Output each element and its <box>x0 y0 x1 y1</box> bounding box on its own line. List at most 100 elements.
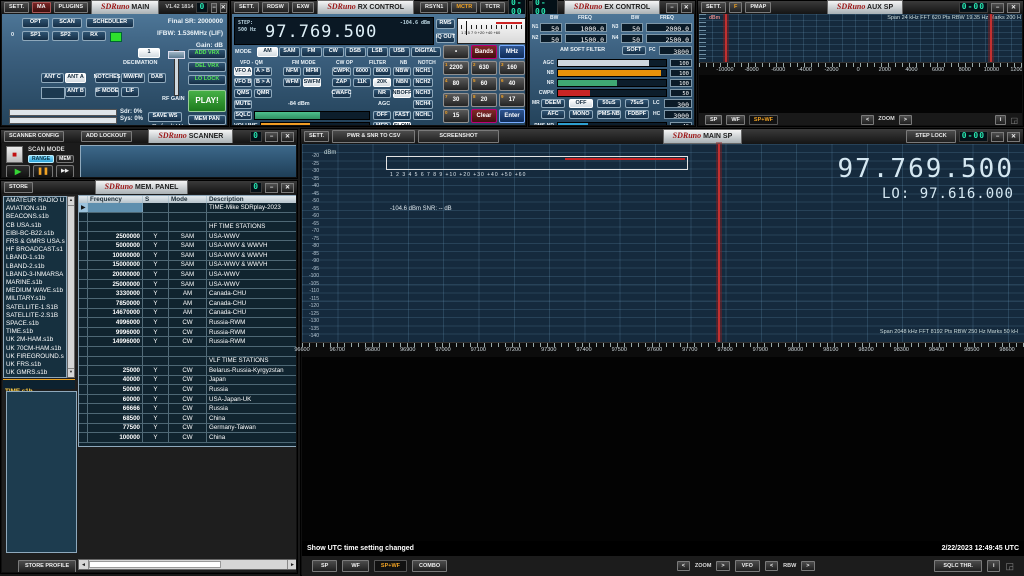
bank-file-item[interactable]: MEDIUM WAVE.s1b <box>4 287 66 295</box>
cell-mode[interactable]: CW <box>169 433 207 442</box>
sqlc-button[interactable]: SQLC <box>234 111 252 120</box>
cell-s[interactable]: Y <box>143 404 169 413</box>
volume-slider[interactable] <box>260 122 370 125</box>
store-button[interactable]: STORE <box>4 182 33 193</box>
save-ws-button[interactable]: SAVE WS <box>148 112 182 122</box>
table-row[interactable]: 25000000YSAMUSA-WWV <box>79 280 296 290</box>
mem-hscrollbar[interactable]: ◄ ► <box>78 559 296 570</box>
table-row[interactable]: 4996000YCWRussia-RWM <box>79 318 296 328</box>
aux-minimize-button[interactable]: − <box>991 3 1004 13</box>
aux-zoom-out-button[interactable]: < <box>861 115 874 125</box>
sp-zoom-out-button[interactable]: < <box>677 561 690 572</box>
add-lockout-button[interactable]: ADD LOCKOUT <box>81 131 132 142</box>
agc-fast-button[interactable]: FAST <box>393 111 411 120</box>
cell-description[interactable]: Canada-CHU <box>207 289 296 298</box>
cell-s[interactable]: Y <box>143 385 169 394</box>
sp-zoom-in-button[interactable]: > <box>716 561 729 572</box>
slider-value-pms-nr[interactable]: 40 <box>670 122 692 125</box>
cell-frequency[interactable]: 2500000 <box>88 232 143 241</box>
keypad-mhz-key[interactable]: MHz <box>499 45 525 59</box>
aux-resize-corner-icon[interactable]: ◲ <box>1010 116 1018 125</box>
b-to-a-button[interactable]: B > A <box>254 78 272 87</box>
cell-mode[interactable]: SAM <box>169 280 207 289</box>
cell-description[interactable]: Russia <box>207 404 296 413</box>
aux-info-button[interactable]: i <box>995 115 1007 125</box>
pmap-button[interactable]: PMAP <box>745 2 771 13</box>
scan-range-button[interactable]: RANGE <box>28 155 54 163</box>
table-row[interactable]: 10000000YSAMUSA-WWV & WWVH <box>79 251 296 261</box>
bank-file-item[interactable]: UK GMRS.s1b <box>4 369 66 377</box>
bank-file-item[interactable]: LBAND-2.s1b <box>4 263 66 271</box>
cell-description[interactable]: USA-WWV & WWVH <box>207 241 296 250</box>
sp-vfo-button[interactable]: VFO <box>735 560 760 573</box>
cell-frequency[interactable]: 66666 <box>88 404 143 413</box>
agc-off-button[interactable]: OFF <box>373 111 391 120</box>
cell-s[interactable] <box>143 347 169 356</box>
cell-s[interactable]: Y <box>143 270 169 279</box>
nch1-button[interactable]: NCH1 <box>413 67 433 76</box>
sp-minimize-button[interactable]: − <box>991 132 1004 142</box>
bank-file-item[interactable]: AVIATION.s1b <box>4 205 66 213</box>
scan-stop-button[interactable]: ■ <box>6 146 23 163</box>
bank-file-item[interactable]: UK 70CM-HAM.s1b <box>4 345 66 353</box>
cell-frequency[interactable]: 25000 <box>88 366 143 375</box>
sp-close-button[interactable]: ✕ <box>1007 132 1020 142</box>
mfm-button[interactable]: MFM <box>303 67 321 76</box>
add-vrx-button[interactable]: ADD VRX <box>188 49 226 59</box>
keypad-clear-key[interactable]: Clear <box>471 109 497 123</box>
table-row[interactable]: 25000YCWBelarus-Russia-Kyrgyzstan <box>79 366 296 376</box>
ant-b-button[interactable]: ANT B <box>65 87 86 97</box>
aux-filter-edge-low[interactable] <box>725 14 727 62</box>
main-minimize-button[interactable]: − <box>211 3 217 13</box>
deem-50us-button[interactable]: 50uS <box>597 99 621 108</box>
sp1-button[interactable]: SP1 <box>22 31 49 41</box>
cell-frequency[interactable]: 50000 <box>88 385 143 394</box>
afc-button[interactable]: AFC <box>541 110 565 119</box>
table-row[interactable]: HF TIME STATIONS <box>79 222 296 232</box>
cell-frequency[interactable]: 5000000 <box>88 241 143 250</box>
ex-minimize-button[interactable]: − <box>666 3 677 13</box>
keypad-630-key[interactable]: 2630 <box>471 61 497 75</box>
rx-button[interactable]: RX <box>82 31 106 41</box>
slider-track-pms-nr[interactable] <box>557 122 667 125</box>
dab-notch-button[interactable]: DAB <box>148 73 166 83</box>
sp-sett-button[interactable]: SETT. <box>304 131 329 142</box>
table-row[interactable]: 100000YCWChina <box>79 433 296 443</box>
cell-mode[interactable]: CW <box>169 318 207 327</box>
bank-file-item[interactable]: HF BROADCAST.s1 <box>4 246 66 254</box>
cell-description[interactable]: VLF TIME STATIONS <box>207 357 296 366</box>
mem-table[interactable]: Frequency S Mode Description ▶TIME-Mike … <box>78 195 296 447</box>
cell-description[interactable] <box>207 347 296 356</box>
swfm-button[interactable]: SWFM <box>303 78 321 87</box>
bank-file-item[interactable]: MILITARY.s1b <box>4 295 66 303</box>
hscroll-thumb[interactable] <box>89 561 221 568</box>
play-button[interactable]: PLAY! <box>188 90 226 112</box>
nchl-button[interactable]: NCHL <box>413 111 433 120</box>
aux-wf-button[interactable]: WF <box>726 115 745 125</box>
cell-frequency[interactable]: 3330000 <box>88 289 143 298</box>
slider-track-cwpk[interactable] <box>557 89 667 97</box>
cell-frequency[interactable]: 40000 <box>88 376 143 385</box>
n2-bw-value[interactable]: 50 <box>540 34 562 43</box>
wfm-button[interactable]: WFM <box>283 78 301 87</box>
vfo-a-button[interactable]: VFO A <box>234 67 252 76</box>
table-row[interactable]: 14996000YCWRussia-RWM <box>79 337 296 347</box>
cell-s[interactable]: Y <box>143 414 169 423</box>
nch2-button[interactable]: NCH2 <box>413 78 433 87</box>
notches-button[interactable]: NOTCHES <box>95 73 119 83</box>
cell-frequency[interactable] <box>88 347 143 356</box>
qmr-button[interactable]: QMR <box>254 89 272 98</box>
cell-description[interactable]: Japan <box>207 376 296 385</box>
slider-value-nb[interactable]: 100 <box>670 69 692 77</box>
mode-fm-button[interactable]: FM <box>301 47 322 57</box>
cwpk-button[interactable]: CWPK <box>332 67 351 76</box>
tctr-button[interactable]: TCTR <box>480 2 505 13</box>
table-row[interactable]: 5000000YSAMUSA-WWV & WWVH <box>79 241 296 251</box>
aux-sp-wf-button[interactable]: SP+WF <box>749 115 778 125</box>
cell-s[interactable]: Y <box>143 433 169 442</box>
fc-value[interactable]: 3800 <box>659 46 692 55</box>
scroll-down-icon[interactable]: ▼ <box>68 368 74 377</box>
cell-mode[interactable] <box>169 213 207 222</box>
cell-description[interactable]: USA-WWV <box>207 280 296 289</box>
keypad-20-key[interactable]: 820 <box>471 93 497 107</box>
